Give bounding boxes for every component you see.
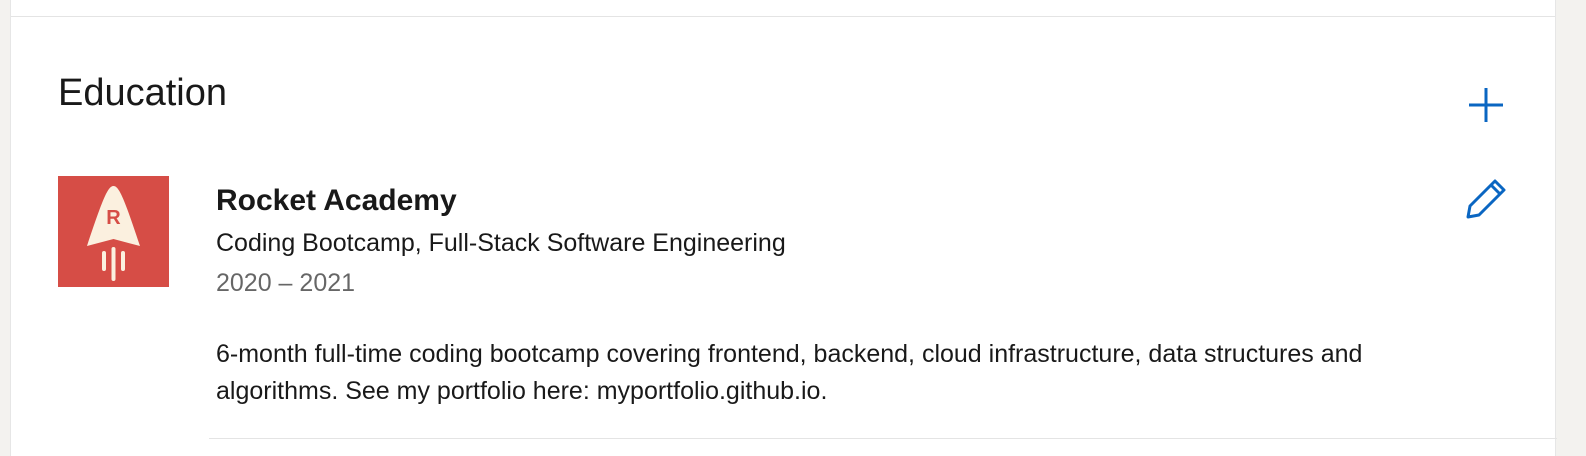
add-education-button[interactable] — [1461, 80, 1511, 130]
edit-education-button[interactable] — [1461, 174, 1511, 224]
education-description: 6-month full-time coding bootcamp coveri… — [216, 340, 1363, 405]
logo-letter: R — [106, 207, 121, 229]
degree-field: Coding Bootcamp, Full-Stack Software Eng… — [216, 229, 786, 257]
education-dates: 2020 – 2021 — [216, 269, 356, 297]
school-logo[interactable]: R — [58, 176, 169, 287]
education-card: Education R Rocket Academy Coding Bootca… — [10, 0, 1557, 456]
top-divider — [11, 16, 1555, 17]
school-name[interactable]: Rocket Academy — [216, 182, 457, 220]
section-title: Education — [58, 72, 228, 114]
bottom-divider — [209, 438, 1557, 439]
pencil-icon — [1466, 179, 1506, 219]
plus-icon — [1469, 88, 1503, 122]
rocket-icon: R — [87, 186, 140, 281]
